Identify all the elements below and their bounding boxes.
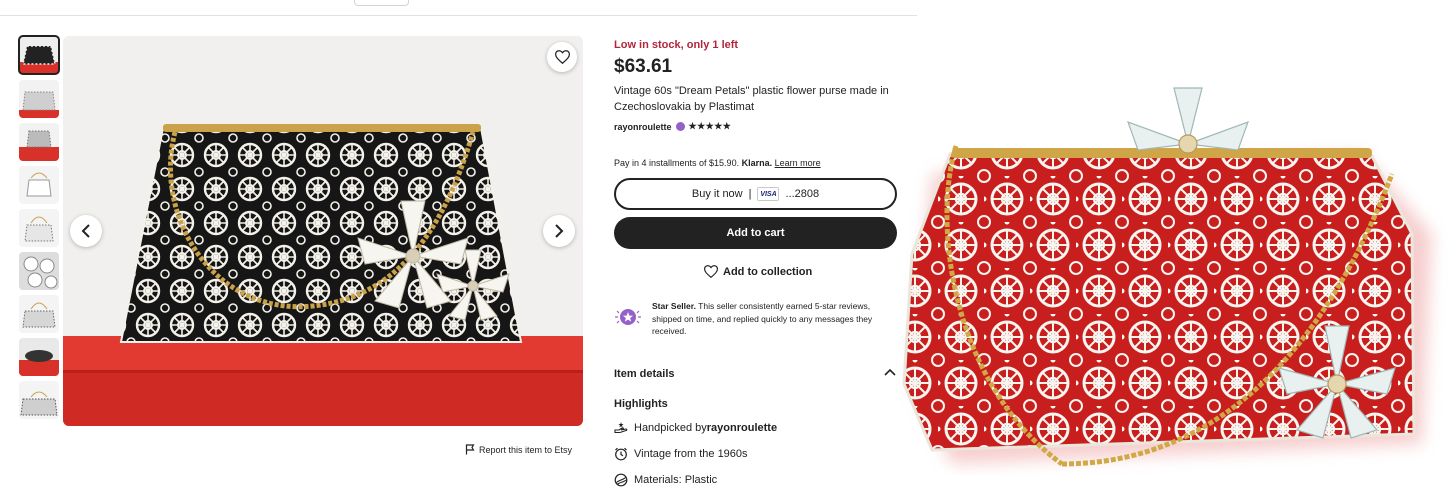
stock-notice: Low in stock, only 1 left: [614, 39, 739, 51]
buy-now-separator: |: [748, 188, 752, 200]
report-item-link[interactable]: Report this item to Etsy: [465, 444, 572, 455]
main-product-image[interactable]: [63, 36, 583, 426]
purse-closeup-image: [892, 84, 1456, 476]
star-seller-badge-icon: [675, 122, 685, 131]
report-label: Report this item to Etsy: [479, 444, 573, 455]
thumbnail-3[interactable]: [19, 123, 59, 161]
materials-text: Materials: Plastic: [634, 474, 718, 486]
chevron-right-icon: [555, 224, 564, 238]
thumbnail-9[interactable]: [19, 381, 59, 419]
star-seller-text: Star Seller. This seller consistently ea…: [652, 300, 898, 338]
previous-image-button[interactable]: [70, 215, 102, 247]
item-details-toggle[interactable]: Item details: [614, 368, 898, 380]
visa-card-icon: VISA: [757, 187, 780, 201]
listing-title: Vintage 60s "Dream Petals" plastic flowe…: [614, 85, 889, 113]
highlight-vintage: Vintage from the 1960s: [614, 447, 748, 461]
highlight-materials: Materials: Plastic: [614, 473, 717, 487]
learn-more-link[interactable]: Learn more: [775, 158, 821, 168]
thumbnail-2[interactable]: [19, 80, 59, 118]
add-to-collection-button[interactable]: Add to collection: [704, 265, 812, 278]
star-seller-icon: [614, 308, 642, 338]
hand-icon: [614, 422, 628, 434]
thumbnail-7[interactable]: [19, 295, 59, 333]
installments-text: Pay in 4 installments of $15.90.: [614, 158, 740, 168]
vintage-text: Vintage from the 1960s: [634, 448, 748, 460]
highlight-handpicked: Handpicked by rayonroulette: [614, 421, 777, 434]
item-details-label: Item details: [614, 368, 675, 380]
thumbnail-4[interactable]: [19, 166, 59, 204]
thumbnail-1[interactable]: [18, 35, 60, 75]
purse-photo: [63, 36, 583, 426]
star-seller-title: Star Seller.: [652, 301, 696, 311]
thumbnail-8[interactable]: [19, 338, 59, 376]
rating-stars[interactable]: ★★★★★: [689, 121, 732, 132]
handpicked-prefix: Handpicked by: [634, 421, 707, 434]
handpicked-shop-link[interactable]: rayonroulette: [707, 422, 777, 434]
flag-icon: [465, 444, 475, 455]
next-image-button[interactable]: [543, 215, 575, 247]
thumbnail-5[interactable]: [19, 209, 59, 247]
chevron-left-icon: [81, 224, 90, 238]
clock-icon: [615, 447, 627, 461]
star-seller-info: Star Seller. This seller consistently ea…: [614, 300, 898, 338]
buy-now-label: Buy it now: [691, 188, 743, 200]
add-to-cart-button[interactable]: Add to cart: [614, 217, 897, 249]
shop-row: rayonroulette ★★★★★: [614, 121, 731, 132]
materials-icon: [614, 473, 628, 487]
favorite-button[interactable]: [547, 42, 577, 72]
heart-icon: [704, 265, 718, 278]
card-last4: ...2808: [785, 188, 820, 200]
header-tab-edge: [354, 0, 409, 6]
header-divider: [0, 15, 917, 16]
add-to-collection-label: Add to collection: [723, 265, 813, 278]
heart-icon: [554, 50, 570, 64]
klarna-label: Klarna.: [741, 158, 773, 168]
buy-it-now-button[interactable]: Buy it now | VISA ...2808: [614, 178, 897, 210]
thumbnail-6[interactable]: [19, 252, 59, 290]
klarna-installments: Pay in 4 installments of $15.90. Klarna.…: [614, 158, 821, 168]
shop-name-link[interactable]: rayonroulette: [614, 122, 672, 132]
price: $63.61: [614, 56, 673, 77]
highlights-heading: Highlights: [614, 398, 668, 410]
